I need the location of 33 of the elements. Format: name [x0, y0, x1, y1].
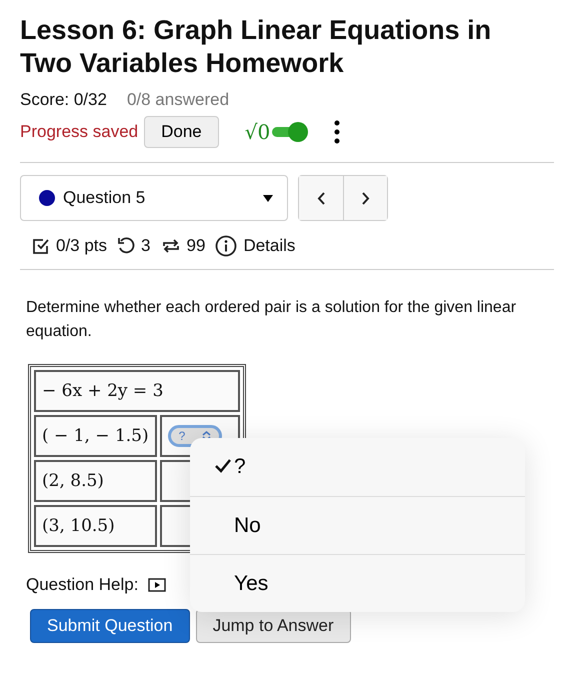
up-down-icon — [202, 431, 211, 441]
answered-count: 0/8 answered — [126, 90, 230, 110]
details-link[interactable]: Details — [243, 236, 296, 256]
caret-icon — [263, 194, 273, 202]
equation-cell: − 6x + 2y = 3 — [34, 370, 240, 412]
video-icon[interactable] — [148, 578, 166, 592]
chevron-right-icon — [362, 192, 370, 204]
math-label: √0 — [244, 120, 270, 144]
instruction-text: Determine whether each ordered pair is a solution for the given linear equation. — [26, 298, 518, 342]
attempts-count: 99 — [186, 236, 206, 256]
checkbox-icon — [32, 237, 50, 255]
pair-cell: ( − 1, − 1.5) — [34, 415, 157, 457]
submit-button[interactable]: Submit Question — [30, 609, 190, 643]
check-icon — [215, 458, 231, 472]
help-label: Question Help: — [26, 575, 138, 595]
menu-option[interactable]: No — [190, 496, 525, 554]
score-text: Score: 0/32 — [20, 90, 107, 110]
progress-status: Progress saved — [20, 122, 138, 142]
done-button[interactable]: Done — [144, 116, 219, 148]
undo-icon — [117, 237, 136, 255]
pair-cell: (2, 8.5) — [34, 460, 157, 502]
points-text: 0/3 pts — [56, 236, 108, 256]
info-icon[interactable] — [215, 235, 238, 257]
repeat-icon — [160, 237, 181, 255]
lesson-title: Lesson 6: Graph Linear Equations in Two Variables Homework — [20, 14, 492, 80]
question-select[interactable]: Question 5 — [20, 175, 288, 221]
math-toggle[interactable] — [272, 122, 308, 142]
menu-option[interactable]: Yes — [190, 554, 525, 612]
more-icon[interactable] — [334, 120, 340, 144]
chevron-left-icon — [317, 192, 325, 204]
jump-button[interactable]: Jump to Answer — [196, 609, 351, 643]
pair-cell: (3, 10.5) — [34, 505, 157, 547]
retries-count: 3 — [141, 236, 151, 256]
